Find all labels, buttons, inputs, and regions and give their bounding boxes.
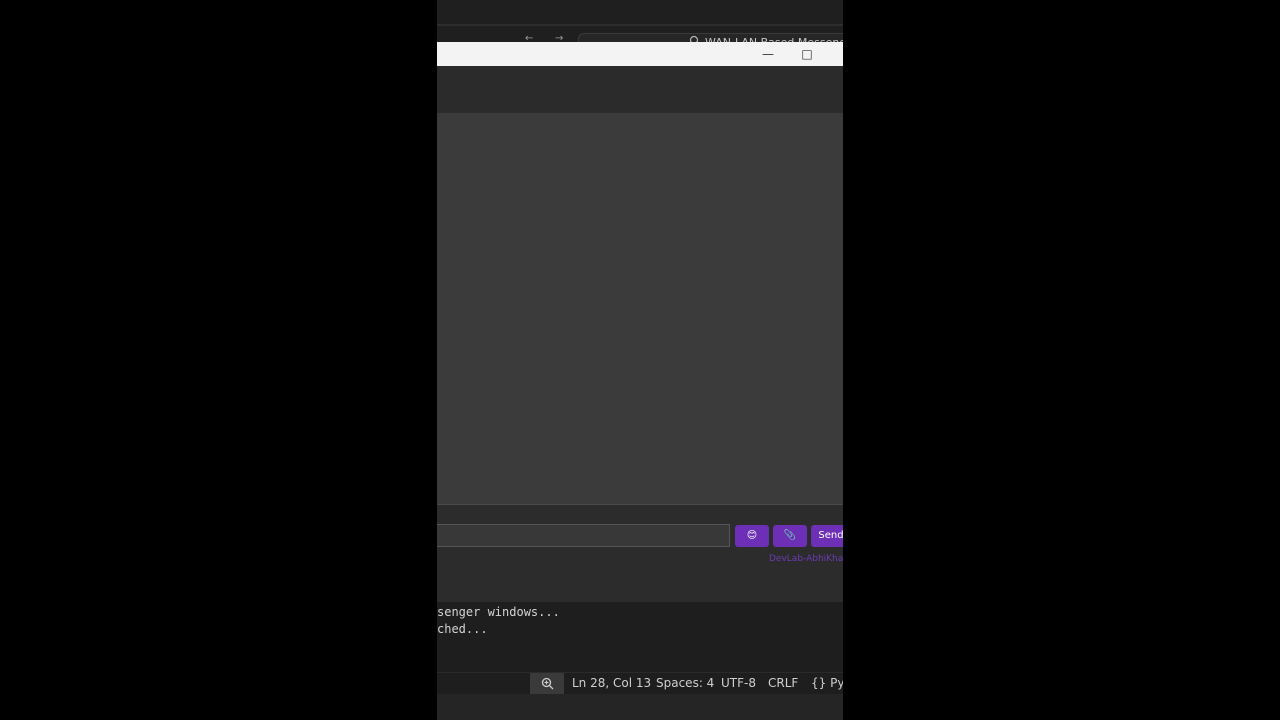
messenger-app: 😊 📎 Send DevLab-AbhiKhan bbox=[437, 66, 843, 602]
line-ending[interactable]: CRLF bbox=[768, 676, 798, 690]
terminal-line: ched... bbox=[437, 622, 488, 636]
encoding[interactable]: UTF-8 bbox=[721, 676, 756, 690]
emoji-icon: 😊 bbox=[746, 530, 758, 541]
emoji-button[interactable]: 😊 bbox=[735, 525, 769, 547]
credit-label: DevLab-AbhiKhan bbox=[769, 554, 843, 564]
attach-file-button[interactable]: 📎 bbox=[773, 525, 807, 547]
indentation[interactable]: Spaces: 4 bbox=[656, 676, 714, 690]
maximize-icon[interactable]: □ bbox=[798, 45, 816, 63]
screen-frame: ← → WAN-LAN Based Messenger — □ 😊 📎 Send… bbox=[437, 0, 843, 720]
divider bbox=[437, 24, 843, 26]
message-input[interactable] bbox=[437, 524, 730, 547]
zoom-button[interactable] bbox=[530, 673, 564, 694]
attach-icon: 📎 bbox=[783, 530, 797, 541]
language-mode[interactable]: {} Py bbox=[811, 676, 843, 690]
status-bar: Ln 28, Col 13 Spaces: 4 UTF-8 CRLF {} Py bbox=[437, 672, 843, 695]
terminal-line: senger windows... bbox=[437, 605, 560, 619]
minimize-icon[interactable]: — bbox=[759, 45, 777, 63]
terminal-panel[interactable]: senger windows... ched... bbox=[437, 602, 843, 672]
zoom-in-icon bbox=[541, 677, 553, 690]
chat-display-area[interactable] bbox=[437, 114, 843, 505]
cursor-position[interactable]: Ln 28, Col 13 bbox=[572, 676, 651, 690]
app-window-titlebar[interactable]: — □ bbox=[437, 42, 843, 67]
send-button[interactable]: Send bbox=[811, 525, 843, 547]
ide-title-bar: ← → WAN-LAN Based Messenger bbox=[437, 0, 843, 53]
app-header bbox=[437, 66, 843, 114]
taskbar-strip bbox=[437, 694, 843, 720]
